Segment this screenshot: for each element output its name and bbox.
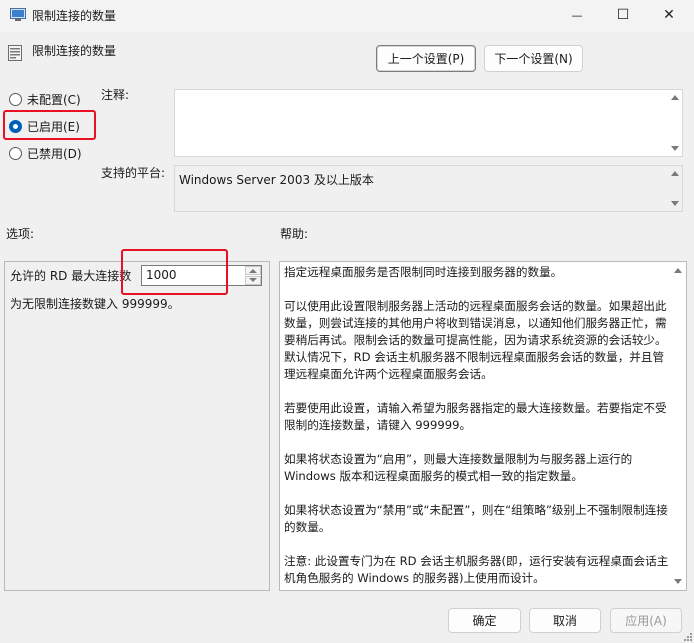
highlight-box-enabled [3, 110, 96, 140]
help-pane[interactable]: 指定远程桌面服务是否限制同时连接到服务器的数量。 可以使用此设置限制服务器上活动… [279, 261, 687, 591]
options-label: 选项: [6, 227, 35, 241]
spin-up-button[interactable] [245, 266, 261, 275]
highlight-box-max-connections [121, 249, 228, 295]
radio-not-configured[interactable]: 未配置(C) [9, 91, 81, 108]
policy-icon [8, 45, 22, 61]
minimize-icon: — [571, 8, 583, 22]
help-paragraph: 注意: 此设置专门为在 RD 会话主机服务器(即，运行安装有远程桌面会话主机角色… [284, 554, 669, 585]
platform-value: Windows Server 2003 及以上版本 [179, 173, 374, 187]
window-title: 限制连接的数量 [32, 9, 117, 23]
unlimited-hint: 为无限制连接数键入 999999。 [10, 297, 180, 311]
help-label: 帮助: [280, 227, 309, 241]
resize-grip-icon[interactable] [683, 632, 692, 641]
radio-circle[interactable] [9, 93, 22, 106]
scroll-up-icon[interactable] [674, 268, 682, 273]
platform-label: 支持的平台: [101, 166, 166, 180]
spin-down-icon [249, 278, 257, 282]
comment-scrollbar[interactable] [668, 90, 682, 156]
quantity-stepper[interactable] [245, 266, 261, 285]
close-button[interactable]: ✕ [646, 0, 692, 30]
maximize-button[interactable]: ☐ [600, 0, 646, 30]
minimize-button[interactable]: — [554, 0, 600, 30]
previous-setting-button[interactable]: 上一个设置(P) [376, 45, 476, 72]
max-connections-label: 允许的 RD 最大连接数 [10, 269, 132, 283]
help-text: 指定远程桌面服务是否限制同时连接到服务器的数量。 可以使用此设置限制服务器上活动… [284, 264, 669, 604]
cancel-button[interactable]: 取消 [529, 608, 601, 633]
policy-name: 限制连接的数量 [32, 44, 117, 58]
next-setting-button[interactable]: 下一个设置(N) [484, 45, 583, 72]
help-paragraph: 可以使用此设置限制服务器上活动的远程桌面服务会话的数量。如果超出此数量，则尝试连… [284, 299, 667, 381]
radio-label: 已禁用(D) [27, 147, 82, 161]
maximize-icon: ☐ [616, 7, 630, 23]
radio-label: 未配置(C) [27, 93, 81, 107]
radio-disabled[interactable]: 已禁用(D) [9, 145, 82, 162]
help-paragraph: 指定远程桌面服务是否限制同时连接到服务器的数量。 [284, 265, 563, 279]
ok-button[interactable]: 确定 [448, 608, 521, 633]
help-paragraph: 如果将状态设置为“禁用”或“未配置”，则在“组策略”级别上不强制限制连接的数量。 [284, 503, 668, 534]
apply-button[interactable]: 应用(A) [610, 608, 682, 633]
comment-label: 注释: [101, 88, 130, 102]
scroll-up-icon[interactable] [671, 95, 679, 100]
help-paragraph: 如果将状态设置为“启用”，则最大连接数量限制为与服务器上运行的 Windows … [284, 452, 633, 483]
close-icon: ✕ [663, 7, 675, 23]
help-scrollbar[interactable] [671, 263, 684, 589]
spin-up-icon [249, 269, 257, 273]
scroll-down-icon[interactable] [671, 146, 679, 151]
radio-circle[interactable] [9, 147, 22, 160]
platform-scrollbar[interactable] [668, 166, 682, 211]
comment-textarea[interactable] [174, 89, 683, 157]
help-paragraph: 若要使用此设置，请输入希望为服务器指定的最大连接数量。若要指定不受限制的连接数量… [284, 401, 667, 432]
scroll-down-icon[interactable] [671, 201, 679, 206]
scroll-up-icon[interactable] [671, 171, 679, 176]
app-icon [10, 8, 26, 21]
spin-down-button[interactable] [245, 276, 261, 285]
scroll-down-icon[interactable] [674, 579, 682, 584]
